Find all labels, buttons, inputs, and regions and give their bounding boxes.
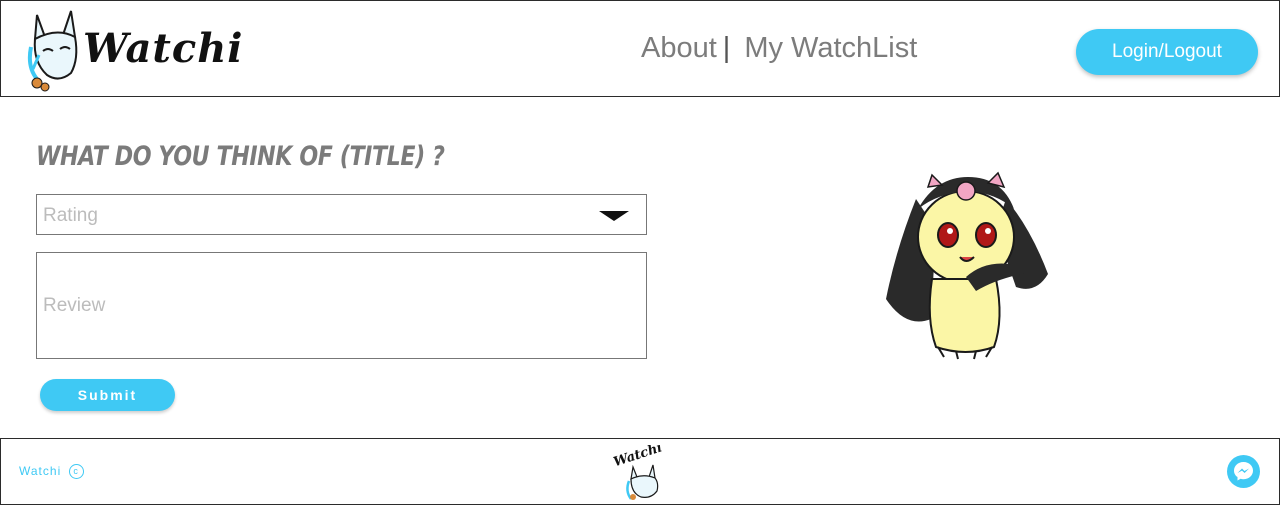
- watchi-logo[interactable]: Watchi: [27, 7, 242, 93]
- chevron-down-icon: [599, 211, 629, 221]
- review-placeholder: Review: [43, 295, 106, 316]
- login-logout-button[interactable]: Login/Logout: [1076, 29, 1258, 75]
- nav-link-watchlist[interactable]: My WatchList: [744, 32, 917, 65]
- messenger-glyph: [1234, 462, 1253, 481]
- svg-text:Watchi: Watchi: [612, 445, 664, 470]
- nav-separator: |: [722, 32, 731, 64]
- review-textarea[interactable]: Review: [36, 252, 647, 359]
- rating-placeholder: Rating: [43, 205, 98, 226]
- site-header: Watchi About | My WatchList Login/Logout: [0, 0, 1280, 97]
- mascot-illustration: [886, 171, 1048, 360]
- footer-logo-icon[interactable]: Watchi: [611, 445, 671, 501]
- site-footer: Watchi c Watchi: [0, 438, 1280, 505]
- review-section: What do you think of (title) ? Rating Re…: [0, 97, 1280, 438]
- messenger-icon[interactable]: [1227, 455, 1260, 488]
- submit-button[interactable]: Submit: [40, 379, 175, 411]
- brand-wordmark: Watchi: [83, 25, 244, 72]
- rating-select[interactable]: Rating: [36, 194, 647, 235]
- nav-link-about[interactable]: About: [641, 32, 717, 65]
- copyright-text: Watchi: [19, 464, 62, 478]
- main-nav: About | My WatchList: [641, 32, 917, 65]
- copyright: Watchi c: [19, 464, 84, 480]
- copyright-icon: c: [68, 464, 84, 480]
- page-title: What do you think of (title) ?: [36, 141, 445, 172]
